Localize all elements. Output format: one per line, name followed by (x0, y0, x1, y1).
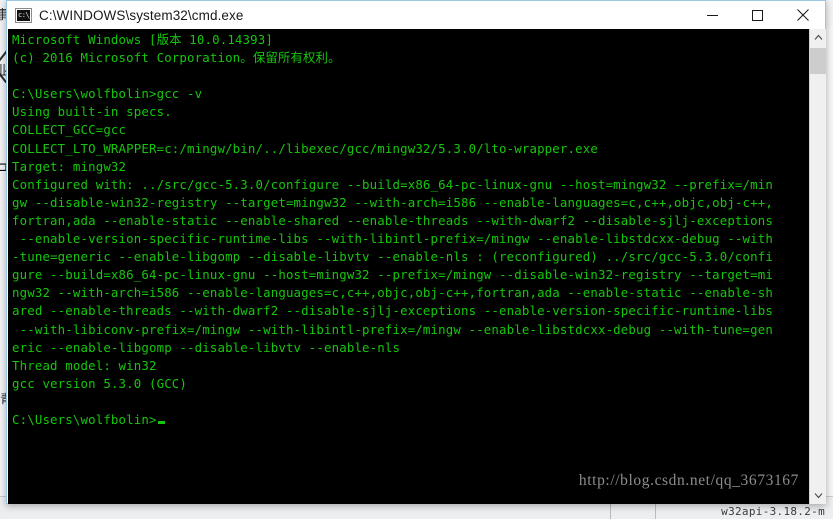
maximize-icon (752, 9, 763, 21)
window-title: C:\WINDOWS\system32\cmd.exe (39, 7, 244, 23)
console-scrollbar[interactable] (809, 29, 826, 504)
chevron-down-icon (814, 493, 823, 499)
text-cursor (157, 420, 165, 424)
watermark-text: http://blog.csdn.net/qq_3673167 (578, 472, 799, 489)
maximize-button[interactable] (735, 1, 780, 29)
background-bottom-label: w32api-3.18.2-m (721, 505, 825, 518)
console-area[interactable]: Microsoft Windows [版本 10.0.14393] (c) 20… (8, 29, 826, 504)
console-output-text: Microsoft Windows [版本 10.0.14393] (c) 20… (12, 31, 809, 429)
close-icon (796, 9, 809, 21)
scroll-thumb[interactable] (810, 48, 826, 74)
scroll-down-arrow[interactable] (810, 487, 826, 504)
close-button[interactable] (780, 1, 825, 29)
title-bar[interactable]: C:\WINDOWS\system32\cmd.exe (7, 1, 825, 30)
scroll-up-arrow[interactable] (810, 29, 826, 46)
chevron-up-icon (814, 34, 823, 40)
window-controls (690, 1, 825, 29)
scroll-track[interactable] (810, 46, 826, 487)
console-output-region[interactable]: Microsoft Windows [版本 10.0.14393] (c) 20… (8, 29, 809, 504)
cmd-console-icon (15, 7, 33, 23)
console-body-text: Microsoft Windows [版本 10.0.14393] (c) 20… (12, 32, 773, 427)
minimize-icon (707, 14, 718, 16)
cmd-window: C:\WINDOWS\system32\cmd.exe Mi (6, 0, 826, 504)
minimize-button[interactable] (690, 1, 735, 29)
